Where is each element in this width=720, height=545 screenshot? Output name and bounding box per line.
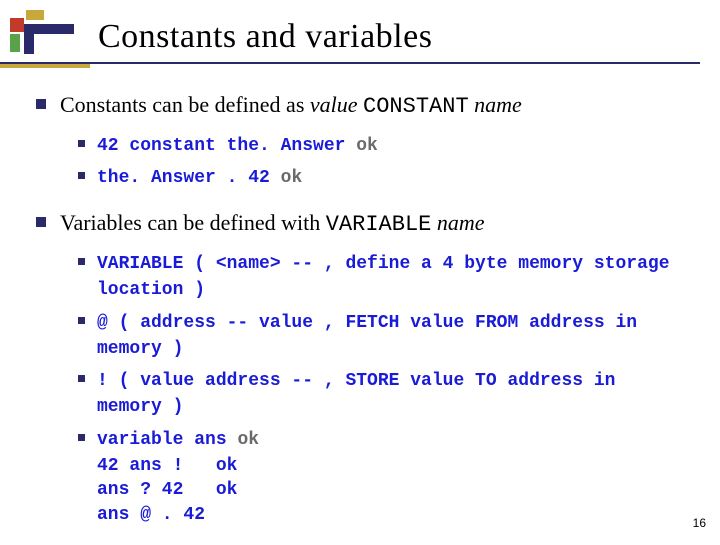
- square-bullet-icon: [78, 317, 85, 324]
- square-bullet-icon: [78, 434, 85, 441]
- sub-list-item: VARIABLE ( <name> -- , define a 4 byte m…: [78, 250, 690, 303]
- sub-list-item-text: the. Answer . 42 ok: [97, 164, 302, 190]
- title-accent: [0, 64, 90, 68]
- sub-list-item-text: @ ( address -- value , FETCH value FROM …: [97, 309, 690, 362]
- list-item-text: Constants can be defined as value CONSTA…: [60, 90, 522, 122]
- sub-list-item-text: ! ( value address -- , STORE value TO ad…: [97, 367, 690, 420]
- square-bullet-icon: [78, 172, 85, 179]
- list-item-text: Variables can be defined with VARIABLE n…: [60, 208, 485, 240]
- sub-list-item-text: VARIABLE ( <name> -- , define a 4 byte m…: [97, 250, 690, 303]
- slide: Constants and variables Constants can be…: [0, 0, 720, 540]
- title-underline: [0, 62, 700, 64]
- sub-list-item: variable ans ok42 ans ! ok ans ? 42 ok a…: [78, 426, 690, 527]
- body: Constants can be defined as value CONSTA…: [36, 90, 690, 545]
- page-number: 16: [693, 516, 706, 530]
- sub-list-item: @ ( address -- value , FETCH value FROM …: [78, 309, 690, 362]
- list-item: Constants can be defined as value CONSTA…: [36, 90, 690, 190]
- corner-decoration: [10, 10, 80, 63]
- sub-list-item-text: 42 constant the. Answer ok: [97, 132, 378, 158]
- sub-list-item: ! ( value address -- , STORE value TO ad…: [78, 367, 690, 420]
- sub-list-item: the. Answer . 42 ok: [78, 164, 690, 190]
- square-bullet-icon: [36, 99, 46, 109]
- list-item: Variables can be defined with VARIABLE n…: [36, 208, 690, 527]
- square-bullet-icon: [36, 217, 46, 227]
- page-title: Constants and variables: [98, 18, 700, 56]
- sub-list-item: 42 constant the. Answer ok: [78, 132, 690, 158]
- sub-list-item-text: variable ans ok42 ans ! ok ans ? 42 ok a…: [97, 426, 259, 527]
- square-bullet-icon: [78, 375, 85, 382]
- square-bullet-icon: [78, 140, 85, 147]
- title-block: Constants and variables: [98, 18, 700, 56]
- square-bullet-icon: [78, 258, 85, 265]
